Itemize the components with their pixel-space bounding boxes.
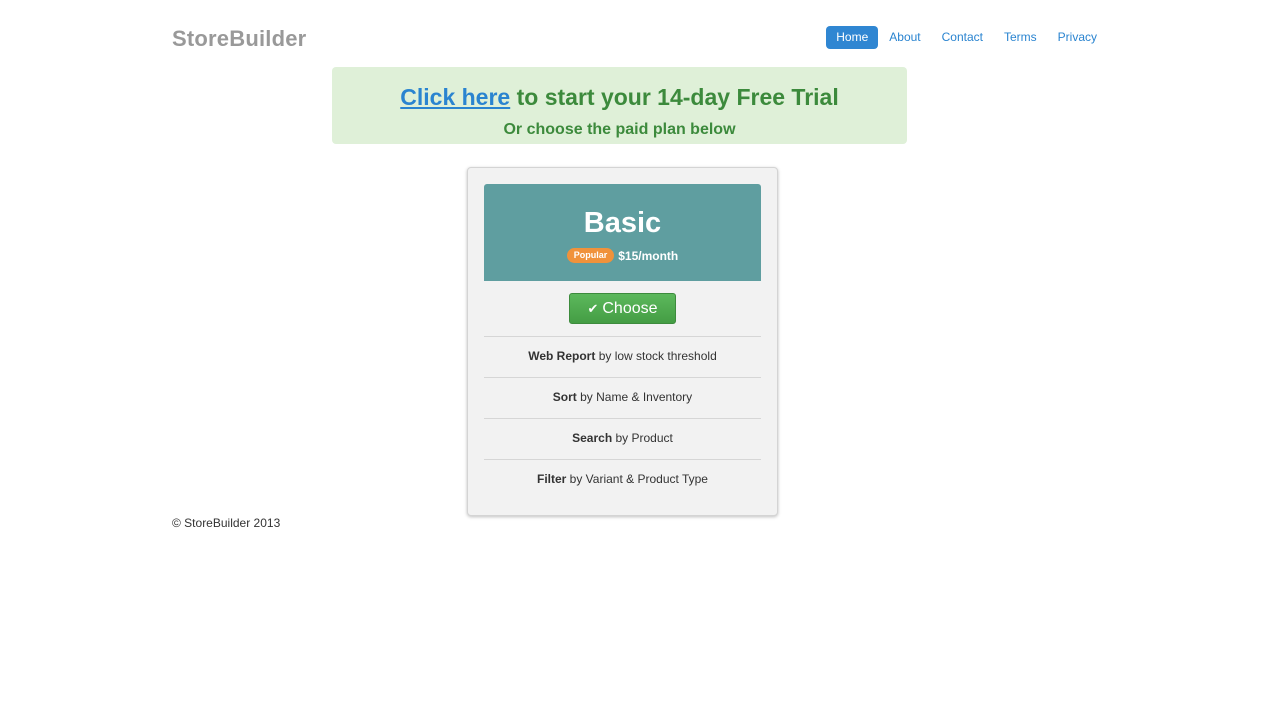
feature-item: Web Report by low stock threshold xyxy=(484,336,761,377)
feature-desc: by low stock threshold xyxy=(595,349,717,363)
feature-title: Sort xyxy=(552,390,577,404)
plan-name: Basic xyxy=(583,207,662,239)
brand-logo[interactable]: StoreBuilder xyxy=(172,26,306,52)
choose-button[interactable]: ✔ Choose xyxy=(569,293,676,324)
banner-headline: Click here to start your 14-day Free Tri… xyxy=(332,82,907,112)
free-trial-link[interactable]: Click here xyxy=(400,84,510,110)
nav-about[interactable]: About xyxy=(879,26,930,49)
feature-title: Filter xyxy=(537,472,567,486)
feature-desc: by Product xyxy=(612,431,673,445)
free-trial-banner: Click here to start your 14-day Free Tri… xyxy=(332,67,907,144)
nav-home[interactable]: Home xyxy=(826,26,879,49)
banner-headline-text: to start your 14-day Free Trial xyxy=(510,84,839,110)
banner-subline: Or choose the paid plan below xyxy=(503,121,736,138)
feature-list: Web Report by low stock threshold Sort b… xyxy=(484,336,761,500)
feature-item: Search by Product xyxy=(484,418,761,459)
feature-item: Filter by Variant & Product Type xyxy=(484,459,761,500)
plan-price: $15/month xyxy=(618,248,679,263)
feature-title: Search xyxy=(572,431,613,445)
nav-terms[interactable]: Terms xyxy=(994,26,1047,49)
feature-desc: by Name & Inventory xyxy=(576,390,693,404)
feature-desc: by Variant & Product Type xyxy=(566,472,708,486)
footer-copyright: © StoreBuilder 2013 xyxy=(172,516,281,530)
top-nav: Home About Contact Terms Privacy xyxy=(825,26,1107,49)
nav-privacy[interactable]: Privacy xyxy=(1048,26,1107,49)
plan-meta: Popular $15/month xyxy=(484,248,761,263)
feature-title: Web Report xyxy=(528,349,596,363)
checkmark-icon: ✔ xyxy=(587,300,599,316)
choose-label: Choose xyxy=(602,299,658,317)
nav-contact[interactable]: Contact xyxy=(932,26,993,49)
plan-card: Basic Popular $15/month ✔ Choose Web Rep… xyxy=(467,167,778,516)
feature-item: Sort by Name & Inventory xyxy=(484,377,761,418)
popular-badge: Popular xyxy=(566,248,615,263)
plan-header: Basic Popular $15/month xyxy=(484,184,761,281)
